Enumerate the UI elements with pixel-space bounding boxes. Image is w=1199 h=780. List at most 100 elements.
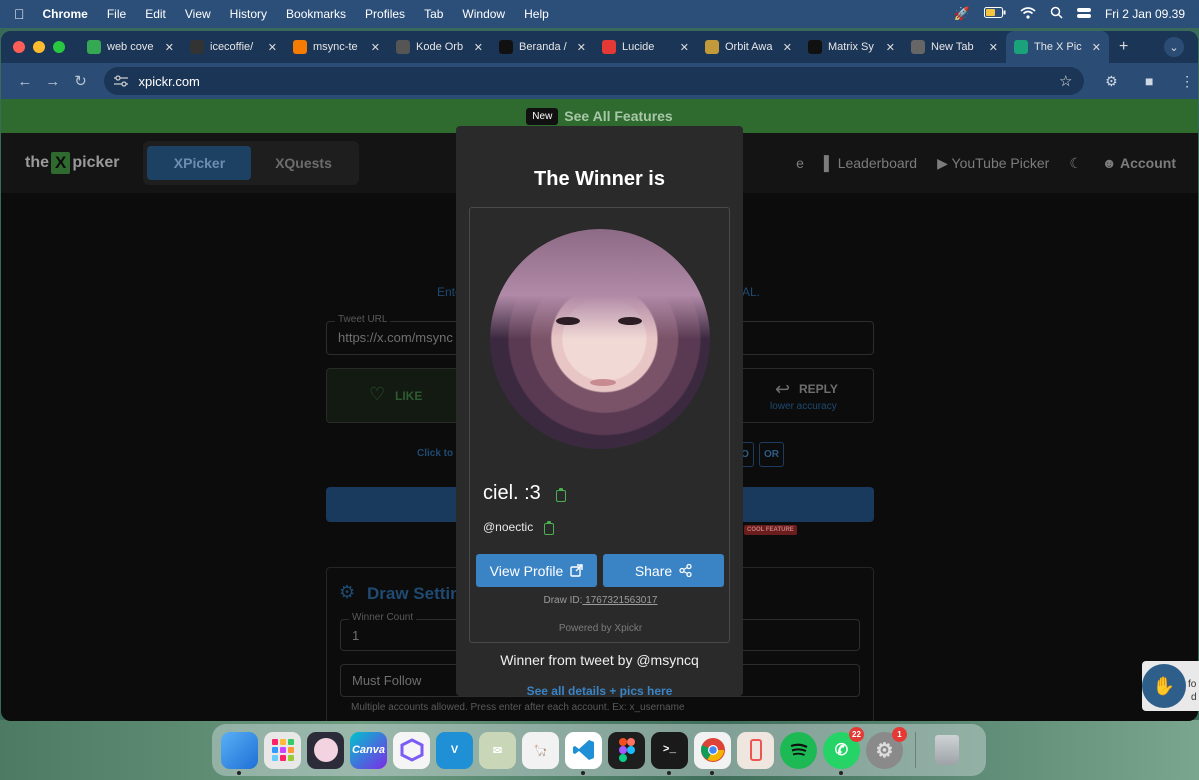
tab-close-icon[interactable]: ✕ xyxy=(886,41,895,54)
battery-icon[interactable] xyxy=(983,7,1006,21)
tab-favicon-icon xyxy=(1014,40,1028,54)
site-logo[interactable]: the X picker xyxy=(25,152,119,174)
chat-widget-text-1: fo xyxy=(1188,679,1197,690)
terminal-app[interactable]: >_ xyxy=(651,731,688,775)
figma-app[interactable] xyxy=(608,731,645,769)
reply-option-button[interactable]: ↩ REPLY lower accuracy xyxy=(736,368,874,423)
control-center-icon[interactable] xyxy=(1076,7,1091,22)
window-controls xyxy=(13,41,65,53)
menu-app-name[interactable]: Chrome xyxy=(43,7,88,21)
chat-support-button[interactable]: ✋ xyxy=(1142,664,1186,708)
tab-close-icon[interactable]: ✕ xyxy=(783,41,792,54)
tab-close-icon[interactable]: ✕ xyxy=(474,41,483,54)
menubar-datetime[interactable]: Fri 2 Jan 09.39 xyxy=(1105,7,1185,21)
tab-close-icon[interactable]: ✕ xyxy=(268,41,277,54)
copy-name-clipboard-icon[interactable] xyxy=(556,488,566,502)
menu-tab[interactable]: Tab xyxy=(424,7,443,21)
tab-close-icon[interactable]: ✕ xyxy=(680,41,689,54)
nav-partial-link[interactable]: e xyxy=(796,155,804,171)
new-tab-button[interactable]: + xyxy=(1119,38,1128,56)
share-button[interactable]: Share xyxy=(603,554,724,587)
search-icon[interactable] xyxy=(1050,6,1063,22)
menu-profiles[interactable]: Profiles xyxy=(365,7,405,21)
launchpad-app[interactable] xyxy=(264,731,301,769)
vscode-app[interactable] xyxy=(565,731,602,775)
tab-xpicker[interactable]: XPicker xyxy=(147,146,252,180)
browser-toolbar: ← → ↻ xpickr.com ☆ ⚙ ■ ⋮ xyxy=(1,63,1198,99)
trash-app[interactable] xyxy=(928,732,965,769)
address-text[interactable]: xpickr.com xyxy=(138,74,199,89)
browser-tab[interactable]: web cove ✕ xyxy=(79,31,182,63)
whatsapp-app[interactable]: ✆ 22 xyxy=(823,726,864,775)
browser-tab[interactable]: Lucide ✕ xyxy=(594,31,697,63)
menu-window[interactable]: Window xyxy=(462,7,505,21)
settings-app[interactable]: ⚙ 1 xyxy=(866,726,907,769)
see-all-features-link[interactable]: See All Features xyxy=(564,108,672,124)
menu-file[interactable]: File xyxy=(107,7,126,21)
chrome-app[interactable] xyxy=(694,731,731,775)
canva-app[interactable]: Canva xyxy=(350,731,387,769)
logo-post: picker xyxy=(72,154,120,171)
site-settings-icon[interactable] xyxy=(114,75,129,87)
menu-history[interactable]: History xyxy=(230,7,267,21)
tab-close-icon[interactable]: ✕ xyxy=(371,41,380,54)
tab-xquests[interactable]: XQuests xyxy=(251,146,355,180)
tab-list: web cove ✕ icecoffie/✕ msync-te ✕ Kode Orb ✕ Be… xyxy=(79,31,1109,63)
menu-help[interactable]: Help xyxy=(524,7,549,21)
browser-tab[interactable]: Beranda / ✕ xyxy=(491,31,594,63)
browser-tab[interactable]: Orbit Awa ✕ xyxy=(697,31,800,63)
menu-view[interactable]: View xyxy=(185,7,211,21)
wifi-icon[interactable] xyxy=(1020,6,1036,22)
tab-close-icon[interactable]: ✕ xyxy=(165,41,174,54)
filter-chip-or[interactable]: OR xyxy=(759,442,784,467)
browser-tab[interactable]: Kode Orb ✕ xyxy=(388,31,491,63)
cat-app[interactable] xyxy=(307,731,344,769)
browser-tab[interactable]: Matrix Sy ✕ xyxy=(800,31,903,63)
draw-id-link[interactable]: 1767321563017 xyxy=(582,595,657,606)
profile-extension-icon[interactable]: ■ xyxy=(1138,70,1160,92)
rocket-icon[interactable]: 🚀 xyxy=(954,6,970,22)
forward-arrow-icon[interactable]: → xyxy=(39,73,67,90)
copy-handle-clipboard-icon[interactable] xyxy=(544,521,554,535)
nav-youtube-picker[interactable]: ▶ YouTube Picker xyxy=(937,155,1049,172)
finder-app[interactable] xyxy=(221,731,258,775)
like-option-button[interactable]: ♡ LIKE xyxy=(326,368,466,423)
bookmark-star-icon[interactable]: ☆ xyxy=(1059,72,1072,90)
reload-icon[interactable]: ↻ xyxy=(67,72,95,90)
browser-menu-icon[interactable]: ⋮ xyxy=(1176,70,1198,92)
spotify-app[interactable] xyxy=(780,731,817,769)
tab-close-icon[interactable]: ✕ xyxy=(989,41,998,54)
browser-tab[interactable]: The X Pic ✕ xyxy=(1006,31,1109,63)
tab-close-icon[interactable]: ✕ xyxy=(577,41,586,54)
menu-edit[interactable]: Edit xyxy=(145,7,166,21)
browser-tab[interactable]: icecoffie/ ✕ xyxy=(182,31,285,63)
chat-widget-text-2: d xyxy=(1191,692,1197,703)
nav-leaderboard[interactable]: ▌ Leaderboard xyxy=(824,155,917,171)
tab-strip: web cove ✕ icecoffie/✕ msync-te ✕ Kode Orb ✕ Be… xyxy=(1,31,1198,63)
browser-tab[interactable]: msync-te ✕ xyxy=(285,31,388,63)
tab-search-chevron-icon[interactable]: ⌄ xyxy=(1164,37,1184,57)
tab-favicon-icon xyxy=(293,40,307,54)
browser-tab[interactable]: New Tab ✕ xyxy=(903,31,1006,63)
tab-favicon-icon xyxy=(190,40,204,54)
apple-icon[interactable]:  xyxy=(14,6,25,22)
chat-hand-icon: ✋ xyxy=(1152,675,1176,696)
minimize-window-button[interactable] xyxy=(33,41,45,53)
reply-label: REPLY xyxy=(799,382,838,396)
alpaca-app[interactable]: 🦙 xyxy=(522,731,559,769)
extensions-puzzle-icon[interactable]: ⚙ xyxy=(1100,70,1122,92)
see-all-details-link[interactable]: See all details + pics here xyxy=(456,684,743,698)
vscode-alt-app[interactable]: V xyxy=(436,731,473,769)
menu-bookmarks[interactable]: Bookmarks xyxy=(286,7,346,21)
tab-close-icon[interactable]: ✕ xyxy=(1092,41,1101,54)
view-profile-button[interactable]: View Profile xyxy=(476,554,597,587)
phone-app[interactable] xyxy=(737,731,774,769)
nav-account[interactable]: ☻ Account xyxy=(1102,155,1176,171)
cube-app[interactable] xyxy=(393,731,430,769)
back-arrow-icon[interactable]: ← xyxy=(11,73,39,90)
zoom-window-button[interactable] xyxy=(53,41,65,53)
mail-scissors-app[interactable]: ✉ xyxy=(479,731,516,769)
close-window-button[interactable] xyxy=(13,41,25,53)
moon-icon[interactable]: ☾ xyxy=(1069,155,1082,172)
address-bar[interactable]: xpickr.com ☆ xyxy=(104,67,1085,95)
